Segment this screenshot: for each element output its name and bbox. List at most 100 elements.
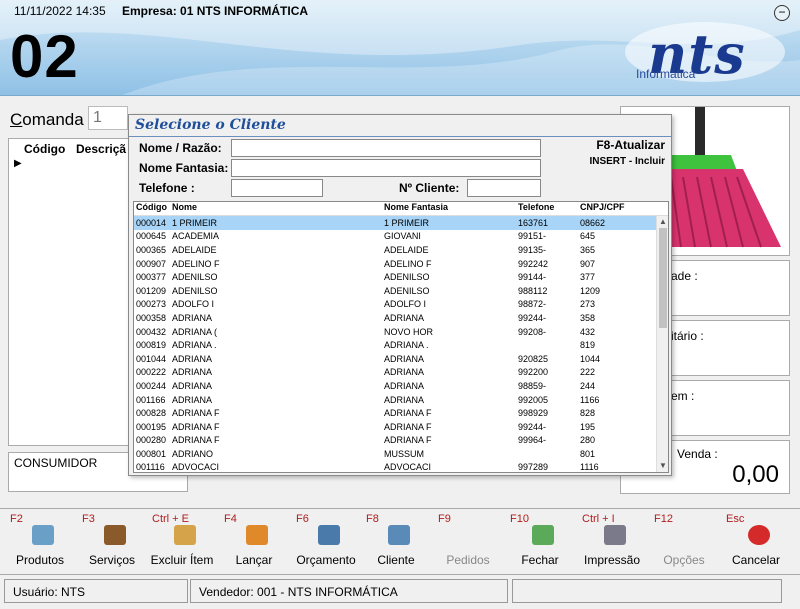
table-row[interactable]: 000358 ADRIANA ADRIANA 99244- 358 — [134, 311, 668, 325]
telefone-input[interactable] — [231, 179, 323, 197]
cell-nome: 1 PRIMEIR — [172, 217, 218, 228]
cell-codigo: 000819 — [136, 340, 167, 351]
cell-fantasia: NOVO HOR — [384, 326, 434, 337]
table-row[interactable]: 001116 ADVOCACI ADVOCACI 997289 1116 — [134, 461, 668, 472]
cell-codigo: 000828 — [136, 408, 167, 419]
table-row[interactable]: 000244 ADRIANA ADRIANA 98859- 244 — [134, 379, 668, 393]
cell-nome: ADRIANA . — [172, 340, 217, 351]
table-row[interactable]: 001209 ADENILSO ADENILSO 988112 1209 — [134, 284, 668, 298]
produtos-button[interactable]: F2 Produtos — [4, 509, 76, 571]
insert-include-hint: INSERT - Incluir — [589, 156, 665, 167]
cell-codigo: 000358 — [136, 312, 167, 323]
button-label: Pedidos — [446, 553, 490, 567]
minimize-icon[interactable]: − — [774, 5, 790, 21]
button-label: Serviços — [88, 553, 135, 567]
fechar-button[interactable]: F10 Fechar — [504, 509, 576, 571]
table-row[interactable]: 000014 1 PRIMEIR 1 PRIMEIR 163761 08662 — [134, 216, 668, 230]
cliente-button[interactable]: F8 Cliente — [360, 509, 432, 571]
cell-nome: ADRIANA — [172, 380, 213, 391]
table-row[interactable]: 000273 ADOLFO I ADOLFO I 98872- 273 — [134, 298, 668, 312]
table-row[interactable]: 000195 ADRIANA F ADRIANA F 99244- 195 — [134, 420, 668, 434]
cell-telefone: 992242 — [518, 258, 549, 269]
cell-nome: ADRIANA — [172, 353, 213, 364]
cancelar-button[interactable]: Esc Cancelar — [720, 509, 792, 571]
table-row[interactable]: 000907 ADELINO F ADELINO F 992242 907 — [134, 257, 668, 271]
cell-fantasia: 1 PRIMEIR — [384, 217, 430, 228]
cell-telefone: 99151- — [518, 231, 547, 242]
cell-cnpj: 358 — [580, 312, 596, 323]
col-telefone[interactable]: Telefone — [516, 202, 578, 215]
hotkey-label: F10 — [510, 513, 529, 525]
function-toolbar: F2 Produtos F3 Serviços Ctrl + E Excluir Ítem… — [0, 508, 800, 570]
cell-cnpj: 1166 — [580, 394, 600, 405]
cell-nome: ADRIANA — [172, 394, 213, 405]
sale-total-value: 0,00 — [732, 461, 779, 488]
col-cnpj-cpf[interactable]: CNPJ/CPF — [578, 202, 646, 215]
excluir-tem-button[interactable]: Ctrl + E Excluir Ítem — [146, 509, 218, 571]
scroll-thumb[interactable] — [659, 228, 667, 328]
cell-telefone: 99244- — [518, 312, 547, 323]
vertical-scrollbar[interactable]: ▲ ▼ — [656, 216, 668, 472]
table-row[interactable]: 000828 ADRIANA F ADRIANA F 998929 828 — [134, 406, 668, 420]
lan-ar-button[interactable]: F4 Lançar — [218, 509, 290, 571]
n-cliente-input[interactable] — [467, 179, 541, 197]
options-icon — [676, 525, 698, 545]
table-row[interactable]: 000377 ADENILSO ADENILSO 99144- 377 — [134, 270, 668, 284]
cell-nome: ACADEMIA — [172, 231, 220, 242]
table-row[interactable]: 001166 ADRIANA ADRIANA 992005 1166 — [134, 393, 668, 407]
table-row[interactable]: 001044 ADRIANA ADRIANA 920825 1044 — [134, 352, 668, 366]
cell-cnpj: 819 — [580, 340, 596, 351]
hotkey-label: F4 — [224, 513, 237, 525]
or-amento-button[interactable]: F6 Orçamento — [290, 509, 362, 571]
table-row[interactable]: 000222 ADRIANA ADRIANA 992200 222 — [134, 366, 668, 380]
cell-telefone: 99208- — [518, 326, 547, 337]
cell-fantasia: ADOLFO I — [384, 299, 427, 310]
col-nome-fantasia[interactable]: Nome Fantasia — [382, 202, 516, 215]
telefone-label: Telefone : — [139, 181, 195, 195]
col-codigo[interactable]: Código — [134, 202, 170, 215]
table-row[interactable]: 000432 ADRIANA (NOVO HOR 99208- 432 — [134, 325, 668, 339]
cell-cnpj: 08662 — [580, 217, 606, 228]
client-table[interactable]: Código Nome Nome Fantasia Telefone CNPJ/… — [133, 201, 669, 473]
table-row[interactable]: 000365 ADELAIDE ADELAIDE 99135- 365 — [134, 243, 668, 257]
products-icon — [32, 525, 54, 545]
header-datetime: 11/11/2022 14:35 — [14, 4, 106, 18]
impress-o-button[interactable]: Ctrl + I Impressão — [576, 509, 648, 571]
cell-telefone: 99964- — [518, 435, 547, 446]
button-label: Impressão — [583, 553, 641, 567]
nts-logo-subtitle: Informática — [636, 67, 696, 81]
cell-fantasia: ADRIANA — [384, 394, 425, 405]
table-row[interactable]: 000801 ADRIANO MUSSUM 801 — [134, 447, 668, 461]
button-label: Fechar — [521, 553, 559, 567]
items-grid[interactable] — [8, 138, 138, 446]
printer-icon — [604, 525, 626, 545]
comanda-input[interactable]: 1 — [88, 106, 128, 130]
cell-codigo: 001166 — [136, 394, 166, 405]
servi-os-button[interactable]: F3 Serviços — [76, 509, 148, 571]
button-label: Excluir Ítem — [150, 553, 214, 567]
table-row[interactable]: 000280 ADRIANA F ADRIANA F 99964- 280 — [134, 434, 668, 448]
table-row[interactable]: 000645 ACADEMIA GIOVANI 99151- 645 — [134, 230, 668, 244]
cell-nome: ADENILSO — [172, 272, 218, 283]
cell-telefone: 98872- — [518, 299, 547, 310]
cell-nome: ADELINO F — [172, 258, 220, 269]
client-table-header: Código Nome Nome Fantasia Telefone CNPJ/… — [134, 202, 668, 216]
hotkey-label: F12 — [654, 513, 673, 525]
cell-nome: ADRIANA — [172, 312, 213, 323]
status-bar: Usuário: NTS Vendedor: 001 - NTS INFORMÁ… — [0, 574, 800, 607]
cell-cnpj: 244 — [580, 380, 596, 391]
button-label: Cancelar — [731, 553, 781, 567]
calculator-icon — [318, 525, 340, 545]
cell-fantasia: ADELAIDE — [384, 244, 429, 255]
n-cliente-label: Nº Cliente: — [399, 181, 460, 195]
col-nome[interactable]: Nome — [170, 202, 382, 215]
nome-razao-input[interactable] — [231, 139, 541, 157]
services-icon — [104, 525, 126, 545]
cell-telefone: 992005 — [518, 394, 549, 405]
op-es-button: F12 Opções — [648, 509, 720, 571]
table-row[interactable]: 000819 ADRIANA . ADRIANA . 819 — [134, 338, 668, 352]
scroll-down-icon[interactable]: ▼ — [657, 460, 668, 472]
nome-fantasia-input[interactable] — [231, 159, 541, 177]
scroll-up-icon[interactable]: ▲ — [657, 216, 668, 228]
cell-nome: ADRIANA ( — [172, 326, 218, 337]
